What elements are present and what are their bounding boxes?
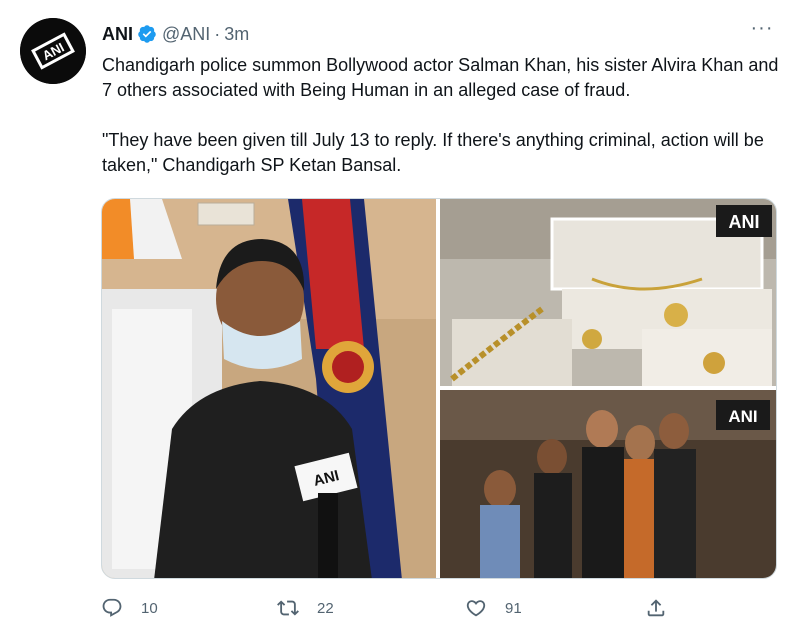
more-icon: ··· <box>750 17 774 39</box>
reply-count: 10 <box>141 599 158 617</box>
group-photo[interactable]: ANI <box>440 390 777 579</box>
tweet-actions: 10 22 91 <box>101 594 681 622</box>
ani-logo-icon: ANI <box>20 18 86 84</box>
media-grid: ANI ANI ANI <box>101 198 777 579</box>
more-options-button[interactable]: ··· <box>748 17 776 44</box>
tweet-card[interactable]: ANI ANI @ANI · 3m ··· Chandigarh police … <box>0 0 800 630</box>
sp-interview-photo[interactable]: ANI <box>102 199 436 579</box>
timestamp[interactable]: 3m <box>224 24 249 45</box>
retweet-icon <box>277 600 299 616</box>
separator-dot: · <box>214 23 221 44</box>
retweet-count: 22 <box>317 599 334 617</box>
tweet-paragraph-1: Chandigarh police summon Bollywood actor… <box>102 55 779 100</box>
share-button[interactable] <box>645 594 667 622</box>
jewellery-display-photo[interactable]: ANI <box>440 199 777 386</box>
tweet-header: ANI @ANI · 3m <box>102 22 249 46</box>
jewellery-watermark: ANI <box>729 212 760 232</box>
reply-icon <box>102 598 122 617</box>
tweet-paragraph-2: "They have been given till July 13 to re… <box>102 130 764 175</box>
avatar[interactable]: ANI <box>20 18 86 84</box>
author-name[interactable]: ANI <box>102 24 133 45</box>
reply-button[interactable]: 10 <box>101 594 158 622</box>
retweet-button[interactable]: 22 <box>277 594 334 622</box>
share-icon <box>647 599 665 617</box>
tweet-text: Chandigarh police summon Bollywood actor… <box>102 53 782 178</box>
group-watermark: ANI <box>728 407 757 426</box>
author-handle[interactable]: @ANI <box>162 24 210 45</box>
like-count: 91 <box>505 599 522 617</box>
verified-badge-icon <box>137 24 157 44</box>
like-button[interactable]: 91 <box>465 594 522 622</box>
heart-icon <box>466 600 486 617</box>
